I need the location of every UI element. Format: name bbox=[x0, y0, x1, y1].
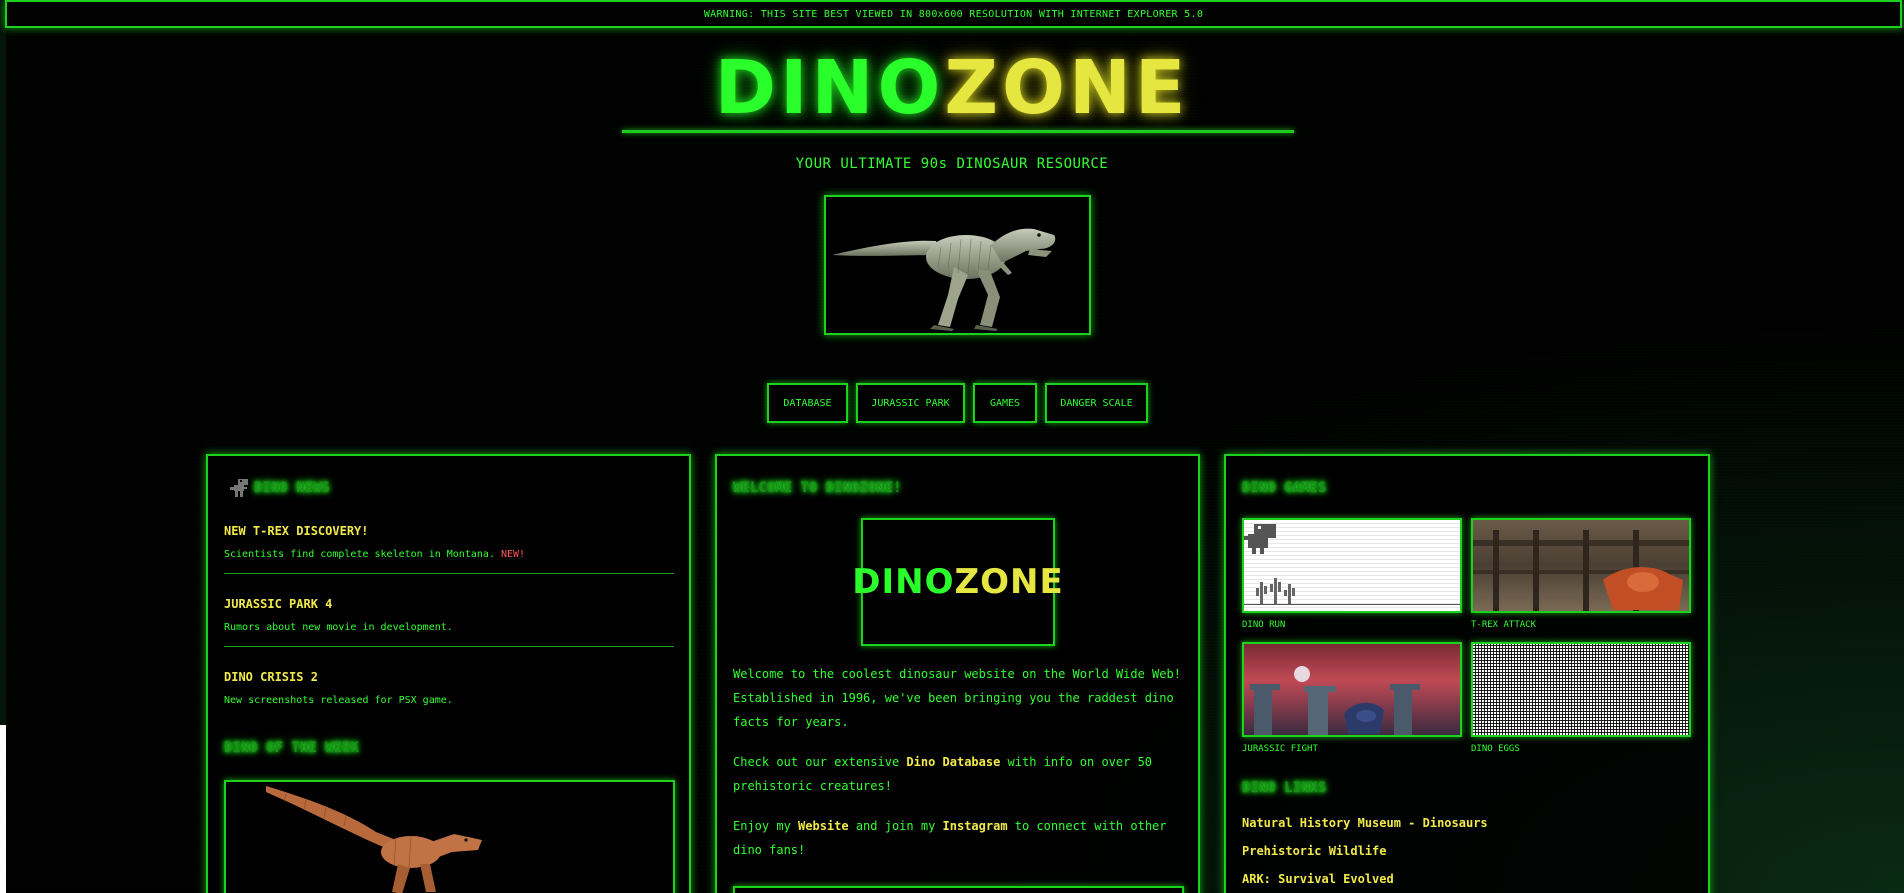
news-item-title[interactable]: DINO CRISIS 2 bbox=[224, 670, 318, 684]
text: Enjoy my bbox=[733, 819, 799, 833]
dino-run-graphic bbox=[1244, 524, 1460, 605]
database-paragraph: Check out our extensive Dino Database wi… bbox=[733, 750, 1188, 798]
games-panel: DINO GAMES DINO RUN T-REX ATTACK JURASSI… bbox=[1224, 454, 1710, 893]
warning-text: WARNING: THIS SITE BEST VIEWED IN 800x60… bbox=[703, 8, 1204, 20]
website-link[interactable]: Website bbox=[798, 819, 849, 833]
dino-database-link[interactable]: Dino Database bbox=[906, 755, 1000, 769]
page-edge-white bbox=[0, 725, 6, 893]
nav-jurassic-park-button[interactable]: JURASSIC PARK bbox=[856, 383, 965, 423]
game-trex-attack-thumb[interactable] bbox=[1471, 518, 1691, 613]
game-label[interactable]: DINO EGGS bbox=[1471, 744, 1520, 754]
badge-part-zone: ZONE bbox=[954, 562, 1064, 602]
text: and join my bbox=[848, 819, 943, 833]
hero-trex-image bbox=[824, 195, 1091, 335]
news-item-text: New screenshots released for PSX game. bbox=[224, 695, 453, 706]
instagram-link[interactable]: Instagram bbox=[943, 819, 1008, 833]
games-panel-title: DINO GAMES bbox=[1242, 480, 1327, 496]
text: Check out our extensive bbox=[733, 755, 907, 769]
dino-of-week-title: DINO OF THE WEEK bbox=[224, 740, 359, 756]
news-panel-title: DINO NEWS bbox=[254, 480, 330, 496]
jurassic-fight-graphic bbox=[1250, 666, 1420, 735]
link-natural-history-museum[interactable]: Natural History Museum - Dinosaurs bbox=[1242, 816, 1488, 830]
site-logo[interactable]: DINOZONE bbox=[0, 48, 1904, 128]
game-dino-run-thumb[interactable] bbox=[1242, 518, 1462, 613]
logo-underline bbox=[622, 130, 1294, 133]
news-item-title[interactable]: NEW T-REX DISCOVERY! bbox=[224, 524, 369, 538]
logo-part-dino: DINO bbox=[714, 45, 945, 131]
nav-danger-scale-button[interactable]: DANGER SCALE bbox=[1045, 383, 1148, 423]
welcome-panel-title: WELCOME TO DINOZONE! bbox=[733, 480, 902, 496]
game-label[interactable]: JURASSIC FIGHT bbox=[1242, 744, 1318, 754]
nav-database-button[interactable]: DATABASE bbox=[767, 383, 848, 423]
news-divider bbox=[224, 573, 674, 574]
logo-part-zone: ZONE bbox=[944, 45, 1190, 131]
news-item-title[interactable]: JURASSIC PARK 4 bbox=[224, 597, 332, 611]
game-label[interactable]: T-REX ATTACK bbox=[1471, 620, 1536, 630]
trex-illustration bbox=[832, 228, 1056, 331]
trex-attack-graphic bbox=[1473, 530, 1689, 611]
badge-part-dino: DINO bbox=[852, 562, 955, 602]
news-divider bbox=[224, 646, 674, 647]
dinozone-badge: DINO ZONE bbox=[852, 518, 1063, 646]
link-ark-survival-evolved[interactable]: ARK: Survival Evolved bbox=[1242, 872, 1394, 886]
raptor-illustration bbox=[266, 786, 482, 893]
game-dino-eggs-thumb[interactable] bbox=[1471, 642, 1691, 737]
nav-games-button[interactable]: GAMES bbox=[973, 383, 1037, 423]
dino-of-week-image bbox=[224, 780, 675, 893]
new-badge: NEW! bbox=[500, 549, 526, 560]
game-label[interactable]: DINO RUN bbox=[1242, 620, 1285, 630]
game-jurassic-fight-thumb[interactable] bbox=[1242, 642, 1462, 737]
warning-banner: WARNING: THIS SITE BEST VIEWED IN 800x60… bbox=[5, 0, 1902, 28]
welcome-paragraph: Welcome to the coolest dinosaur website … bbox=[733, 667, 1181, 729]
news-item-text: Scientists find complete skeleton in Mon… bbox=[224, 549, 525, 560]
dino-news-icon bbox=[230, 479, 248, 497]
welcome-panel: WELCOME TO DINOZONE! DINO ZONE Welcome to… bbox=[715, 454, 1200, 893]
news-panel: DINO NEWS NEW T-REX DISCOVERY! Scientist… bbox=[206, 454, 691, 893]
social-paragraph: Enjoy my Website and join my Instagram t… bbox=[733, 814, 1188, 862]
news-item-body: Scientists find complete skeleton in Mon… bbox=[224, 549, 495, 560]
tagline: YOUR ULTIMATE 90s DINOSAUR RESOURCE bbox=[795, 156, 1109, 172]
main-nav: DATABASE JURASSIC PARK GAMES DANGER SCAL… bbox=[0, 383, 1904, 423]
links-panel-title: DINO LINKS bbox=[1242, 780, 1327, 796]
news-item-text: Rumors about new movie in development. bbox=[224, 622, 453, 633]
link-prehistoric-wildlife[interactable]: Prehistoric Wildlife bbox=[1242, 844, 1387, 858]
center-content-box bbox=[733, 886, 1184, 893]
